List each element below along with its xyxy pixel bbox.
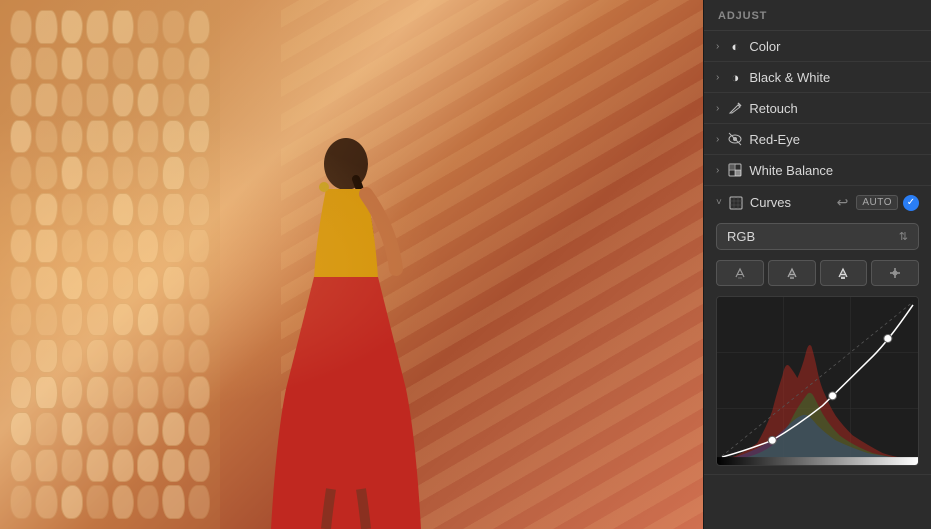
retouch-chevron: › bbox=[716, 103, 719, 114]
curves-undo-button[interactable]: ↩ bbox=[834, 193, 852, 212]
eyedropper-bar bbox=[704, 254, 931, 292]
rgb-dropdown[interactable]: RGB ⇅ bbox=[716, 223, 919, 250]
curves-svg bbox=[717, 297, 918, 465]
curves-check-button[interactable]: ✓ bbox=[903, 195, 919, 211]
adjust-panel: ADJUST › ◐ Color › ◑ Black & White › Ret… bbox=[703, 0, 931, 529]
black-white-item[interactable]: › ◑ Black & White bbox=[704, 62, 931, 93]
dropdown-arrows-icon: ⇅ bbox=[899, 230, 908, 243]
panel-header: ADJUST bbox=[704, 0, 931, 31]
color-circle-icon: ◐ bbox=[727, 38, 743, 54]
red-eye-label: Red-Eye bbox=[749, 132, 919, 147]
curves-label: Curves bbox=[750, 195, 828, 210]
curves-header[interactable]: ˅ Curves ↩ AUTO ✓ bbox=[704, 186, 931, 219]
white-point-button[interactable] bbox=[820, 260, 868, 286]
white-balance-item[interactable]: › White Balance bbox=[704, 155, 931, 186]
white-balance-icon bbox=[727, 162, 743, 178]
curves-icon bbox=[728, 195, 744, 211]
rgb-label: RGB bbox=[727, 229, 755, 244]
color-chevron: › bbox=[716, 41, 719, 52]
curves-actions: ↩ AUTO ✓ bbox=[834, 193, 919, 212]
wb-chevron: › bbox=[716, 165, 719, 176]
curves-chevron: ˅ bbox=[716, 197, 722, 208]
white-balance-label: White Balance bbox=[749, 163, 919, 178]
red-eye-item[interactable]: › Red-Eye bbox=[704, 124, 931, 155]
photo-overlay bbox=[0, 0, 703, 529]
curves-section: ˅ Curves ↩ AUTO ✓ RGB ⇅ bbox=[704, 186, 931, 475]
bw-circle-icon: ◑ bbox=[727, 69, 743, 85]
bw-chevron: › bbox=[716, 72, 719, 83]
photo-area bbox=[0, 0, 703, 529]
curves-auto-badge[interactable]: AUTO bbox=[856, 195, 898, 210]
panel-title: ADJUST bbox=[718, 10, 767, 22]
retouch-label: Retouch bbox=[749, 101, 919, 116]
photo-background bbox=[0, 0, 703, 529]
red-eye-icon bbox=[727, 131, 743, 147]
retouch-item[interactable]: › Retouch bbox=[704, 93, 931, 124]
color-label: Color bbox=[749, 39, 919, 54]
bw-label: Black & White bbox=[749, 70, 919, 85]
add-control-point-button[interactable] bbox=[871, 260, 919, 286]
color-item[interactable]: › ◐ Color bbox=[704, 31, 931, 62]
curves-graph[interactable] bbox=[716, 296, 919, 466]
gray-point-button[interactable] bbox=[768, 260, 816, 286]
retouch-icon bbox=[727, 100, 743, 116]
black-point-button[interactable] bbox=[716, 260, 764, 286]
red-eye-chevron: › bbox=[716, 134, 719, 145]
